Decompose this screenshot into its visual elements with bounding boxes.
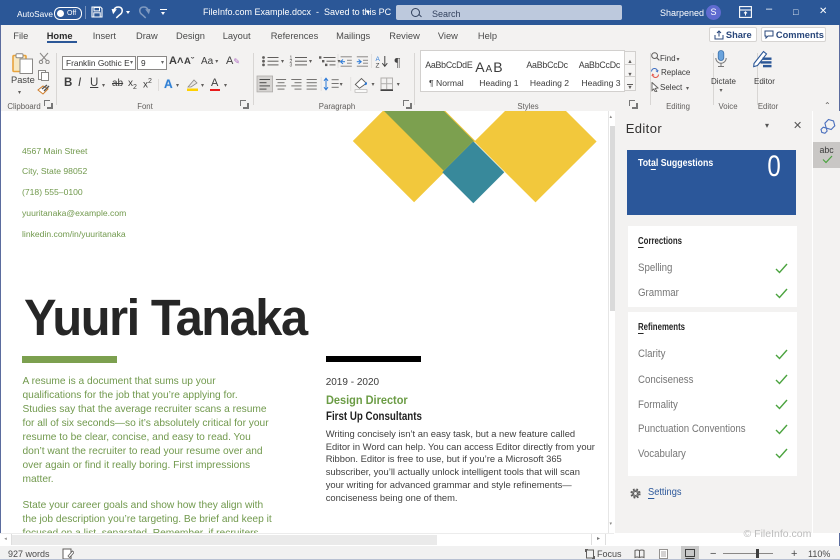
svg-text:Z: Z xyxy=(376,63,380,70)
svg-text:3: 3 xyxy=(290,63,293,69)
svg-text:¶: ¶ xyxy=(395,56,401,70)
